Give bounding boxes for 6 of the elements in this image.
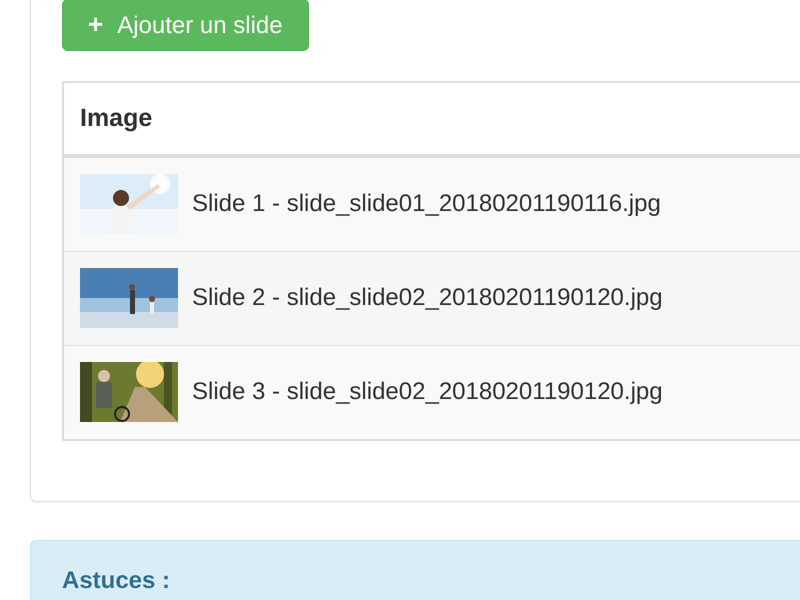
slide-name: Slide 1 - slide_slide01_20180201190116.jpg [192,189,661,220]
slide-name: Slide 3 - slide_slide02_20180201190120.jpg [192,377,663,408]
column-header: Image [80,102,152,134]
tips-title: Astuces : [62,566,170,594]
slide-name: Slide 2 - slide_slide02_20180201190120.jpg [192,283,663,314]
add-slide-button[interactable]: + Ajouter un slide [62,0,309,51]
